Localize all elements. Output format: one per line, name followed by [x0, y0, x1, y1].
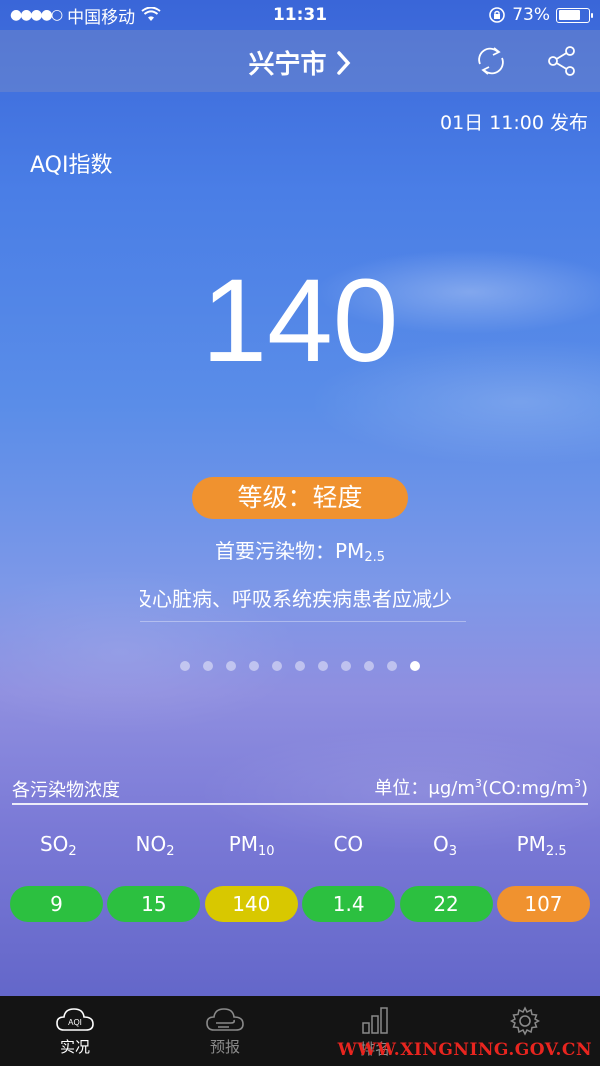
pollutant-name: O3	[432, 832, 457, 859]
aqi-value: 140	[201, 255, 399, 387]
site-watermark: WWW.XINGNING.GOV.CN	[337, 1040, 592, 1060]
tab-realtime[interactable]: AQI 实况	[0, 996, 150, 1066]
concentration-title: 各污染物浓度	[12, 780, 120, 801]
pollutant-name: PM10	[228, 832, 275, 859]
page-indicator[interactable]	[0, 661, 600, 671]
forecast-cloud-icon	[206, 1008, 244, 1031]
page-dot[interactable]	[410, 661, 420, 671]
page-dot[interactable]	[226, 661, 236, 671]
pollutant-value-badge[interactable]: 1.4	[302, 886, 396, 922]
page-dot[interactable]	[318, 661, 328, 671]
chevron-right-icon	[336, 50, 350, 75]
pollutant-value-badge[interactable]: 9	[10, 886, 103, 922]
refresh-icon[interactable]	[474, 44, 508, 78]
pollutant-value-badge[interactable]: 107	[496, 886, 590, 922]
battery-icon	[556, 7, 593, 23]
unit-sup2: 3	[573, 777, 581, 790]
aqi-cloud-icon: AQI	[56, 1008, 94, 1031]
tab-label: 预报	[209, 1038, 240, 1056]
pollutant-value-badge[interactable]: 22	[399, 886, 493, 922]
unit-sup: 3	[474, 777, 482, 790]
app-header: 兴宁市	[0, 30, 600, 92]
primary-pollutant-sub: 2.5	[364, 550, 385, 565]
pollutant-name: CO	[333, 832, 364, 856]
share-icon[interactable]	[545, 44, 579, 78]
unit-prefix: 单位：μg/m	[374, 778, 475, 799]
bottom-tab-bar: AQI 实况 预报 排名 WWW.XINGNING.GOV.CN	[0, 996, 600, 1066]
unit-mid: (CO:mg/m	[481, 778, 574, 799]
publish-time: 01日 11:00 发布	[439, 112, 588, 134]
primary-pollutant: 首要污染物：PM2.5	[0, 535, 600, 565]
battery-fill	[558, 10, 580, 20]
page-dot[interactable]	[203, 661, 213, 671]
page-dot[interactable]	[295, 661, 305, 671]
concentration-unit: 单位：μg/m3(CO:mg/m3)	[374, 774, 588, 800]
page-dot[interactable]	[180, 661, 190, 671]
unit-end: )	[580, 778, 588, 799]
health-advice-marquee: 及心脏病、呼吸系统疾病患者应减少	[140, 582, 466, 622]
primary-pollutant-label: 首要污染物：PM	[214, 539, 365, 563]
gear-icon	[510, 1006, 540, 1036]
pollutant-name: PM2.5	[516, 832, 567, 859]
pollutant-name: NO2	[135, 832, 175, 859]
tab-forecast[interactable]: 预报	[150, 996, 300, 1066]
tab-label: 实况	[59, 1038, 90, 1056]
svg-text:AQI: AQI	[68, 1018, 82, 1027]
bar-chart-icon	[362, 1007, 388, 1034]
aqi-level-badge: 等级：轻度	[192, 477, 408, 519]
pollutant-names: SO2 NO2 PM10 CO O3 PM2.5	[10, 832, 590, 859]
aqi-label: AQI指数	[30, 153, 113, 178]
pollutant-value-badge[interactable]: 15	[107, 886, 201, 922]
pollutant-values: 9 15 140 1.4 22 107	[10, 886, 590, 922]
page-dot[interactable]	[272, 661, 282, 671]
pollutant-name: SO2	[39, 832, 77, 859]
page-dot[interactable]	[364, 661, 374, 671]
city-name: 兴宁市	[248, 50, 327, 80]
health-advice-text: 及心脏病、呼吸系统疾病患者应减少	[140, 587, 452, 611]
page-dot[interactable]	[249, 661, 259, 671]
status-time: 11:31	[272, 5, 328, 25]
status-bar: ●●●●○ 中国移动 11:31 73%	[0, 0, 600, 30]
divider	[12, 803, 588, 805]
page-dot[interactable]	[387, 661, 397, 671]
page-dot[interactable]	[341, 661, 351, 671]
pollutant-value-badge[interactable]: 140	[204, 886, 298, 922]
city-selector[interactable]: 兴宁市	[0, 44, 600, 81]
